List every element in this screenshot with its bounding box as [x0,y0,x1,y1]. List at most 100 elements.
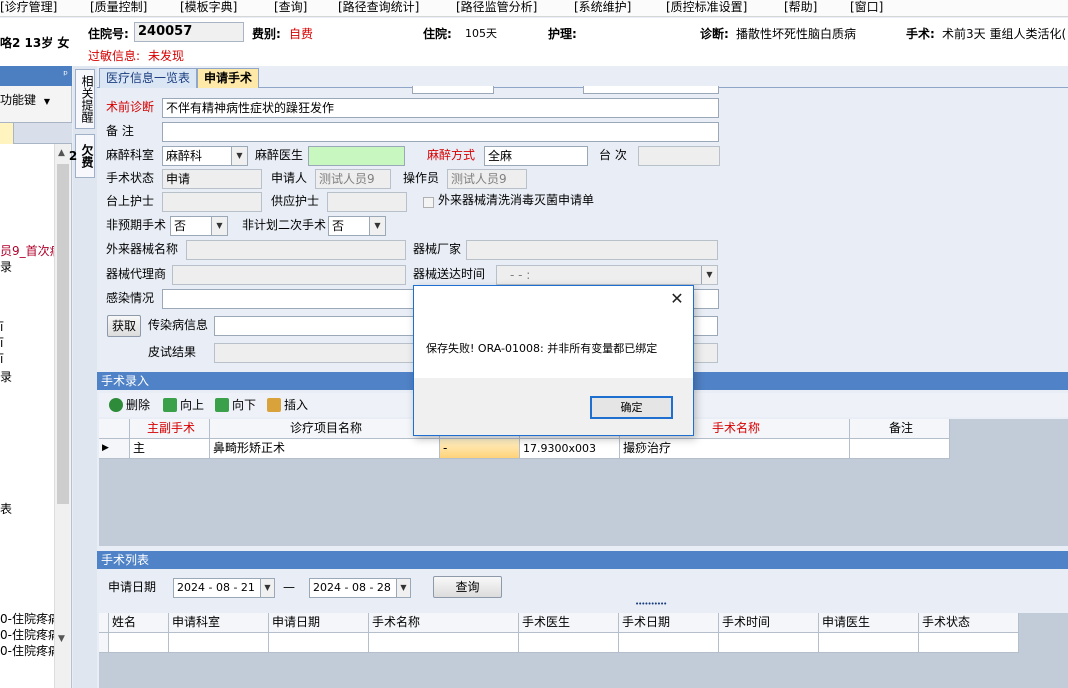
table-row-type[interactable]: 主 [130,439,210,459]
scrub-nurse-field[interactable] [162,192,262,212]
non-planned-select[interactable]: 否 ▼ [170,216,228,236]
list-item[interactable] [719,633,819,653]
sequence-field[interactable] [638,146,720,166]
pin-icon[interactable]: ᵖ [63,68,68,81]
table-row-note[interactable] [850,439,950,459]
grid-header-item[interactable]: 诊疗项目名称 [210,419,440,439]
chevron-down-icon[interactable]: ▼ [369,217,385,235]
list-item[interactable]: 0-住院疼痛 [0,626,54,643]
list-header-status[interactable]: 手术状态 [919,613,1019,633]
list-item[interactable]: 录 [0,368,12,385]
left-panel-header: ᵖ [0,66,72,86]
chevron-down-icon[interactable]: ▼ [231,147,247,165]
table-row-item[interactable]: 鼻畸形矫正术 [210,439,440,459]
inpatient-no-field[interactable]: 240057 [134,22,244,42]
list-item[interactable]: ī [0,320,3,334]
list-item[interactable] [819,633,919,653]
menu-template-dict[interactable]: [模板字典] [180,0,237,17]
list-item[interactable] [519,633,619,653]
list-header-dept[interactable]: 申请科室 [169,613,269,633]
list-row-indicator[interactable] [99,633,109,653]
table-row-surgery-name[interactable]: 撮痧治疗 [620,439,850,459]
menu-help[interactable]: [帮助] [784,0,817,17]
external-clean-checkbox[interactable] [423,197,434,208]
menu-quality-control[interactable]: [质量控制] [90,0,147,17]
scroll-up-icon[interactable]: ▲ [58,148,65,158]
menu-path-supervision[interactable]: [路径监管分析] [456,0,537,17]
tab-apply-surgery[interactable]: 申请手术 [197,68,260,88]
supply-nurse-field[interactable] [327,192,407,212]
device-delivery-field[interactable]: - - : ▼ [496,265,718,285]
menu-qc-standard[interactable]: [质控标准设置] [666,0,747,17]
query-button[interactable]: 查询 [433,576,502,598]
grid-header-note[interactable]: 备注 [850,419,950,439]
list-header-surgery-date[interactable]: 手术日期 [619,613,719,633]
table-row-code[interactable]: - [440,439,520,459]
close-icon[interactable]: ✕ [667,289,687,309]
chevron-down-icon[interactable]: ▼ [396,579,410,597]
chevron-down-icon[interactable]: ▼ [260,579,274,597]
list-header-surgeon[interactable]: 手术医生 [519,613,619,633]
menu-system-maint[interactable]: [系统维护] [574,0,631,17]
fetch-button[interactable]: 获取 [107,315,141,337]
splitter-handle[interactable]: •••••••••• [635,600,667,608]
side-tab-reminders[interactable]: 相关提醒 [75,69,95,129]
list-item[interactable] [369,633,519,653]
tab-medical-overview[interactable]: 医疗信息一览表 [99,68,198,88]
side-tabs: 相关提醒 欠费2 [66,66,97,688]
list-item[interactable] [919,633,1019,653]
list-item[interactable]: 录 [0,258,12,275]
ok-button[interactable]: 确定 [590,396,673,419]
list-header-apply-doctor[interactable]: 申请医生 [819,613,919,633]
side-tab-arrears[interactable]: 欠费2 [66,134,95,178]
anes-doctor-field[interactable] [308,146,405,166]
list-item[interactable] [169,633,269,653]
menu-window[interactable]: [窗口] [850,0,883,17]
list-header-surgery-time[interactable]: 手术时间 [719,613,819,633]
scroll-thumb[interactable] [57,164,69,504]
scrub-nurse-label: 台上护士 [106,194,155,208]
device-maker-field[interactable] [466,240,718,260]
dialog-title-bar[interactable]: ✕ [414,286,693,313]
date-to-picker[interactable]: 2024 - 08 - 28 ▼ [309,578,411,598]
list-item[interactable] [619,633,719,653]
move-down-button[interactable]: 向下 [215,395,256,415]
left-tab[interactable] [0,123,14,144]
list-item[interactable] [109,633,169,653]
list-header-apply-date[interactable]: 申请日期 [269,613,369,633]
preop-diagnosis-field[interactable]: 不伴有精神病性症状的躁狂发作 [162,98,719,118]
chevron-down-icon[interactable]: ▼ [211,217,227,235]
inpatient-no-label: 住院号: [88,27,129,41]
list-item[interactable]: 员9_首次病 [0,242,54,259]
left-record-list: 员9_首次病 录 ī ī ī 录 表 0-住院疼痛 0-住院疼痛 0-住院疼痛 [0,144,54,688]
table-row-value[interactable]: 17.9300x003 [520,439,620,459]
menu-diagnosis-mgmt[interactable]: [诊疗管理] [0,0,57,17]
scroll-down-icon[interactable]: ▼ [58,634,65,644]
row-indicator[interactable]: ▶ [99,439,130,459]
left-scrollbar[interactable]: ▲ ▼ [54,144,70,688]
ext-device-name-field[interactable] [186,240,406,260]
anes-method-field[interactable]: 全麻 [484,146,588,166]
insert-button[interactable]: 插入 [267,395,308,415]
list-item[interactable]: 表 [0,500,12,517]
unplanned-second-label: 非计划二次手术 [242,218,327,232]
list-item[interactable] [269,633,369,653]
grid-header-type[interactable]: 主副手术 [130,419,210,439]
list-item[interactable]: ī [0,352,3,366]
menu-path-query-stats[interactable]: [路径查询统计] [338,0,419,17]
delete-button[interactable]: 删除 [109,395,150,415]
unplanned-second-select[interactable]: 否 ▼ [328,216,386,236]
chevron-down-icon[interactable]: ▼ [701,266,717,284]
list-item[interactable]: 0-住院疼痛 [0,642,54,659]
list-header-name[interactable]: 姓名 [109,613,169,633]
device-agent-field[interactable] [172,265,406,285]
move-up-button[interactable]: 向上 [163,395,204,415]
menu-query[interactable]: [查询] [274,0,307,17]
list-header-surgery-name[interactable]: 手术名称 [369,613,519,633]
function-key-dropdown[interactable]: 功能键 ▼ [0,90,70,110]
anes-dept-select[interactable]: 麻醉科 ▼ [162,146,248,166]
date-from-picker[interactable]: 2024 - 08 - 21 ▼ [173,578,275,598]
note-field[interactable] [162,122,719,142]
list-item[interactable]: ī [0,336,3,350]
list-item[interactable]: 0-住院疼痛 [0,610,54,627]
